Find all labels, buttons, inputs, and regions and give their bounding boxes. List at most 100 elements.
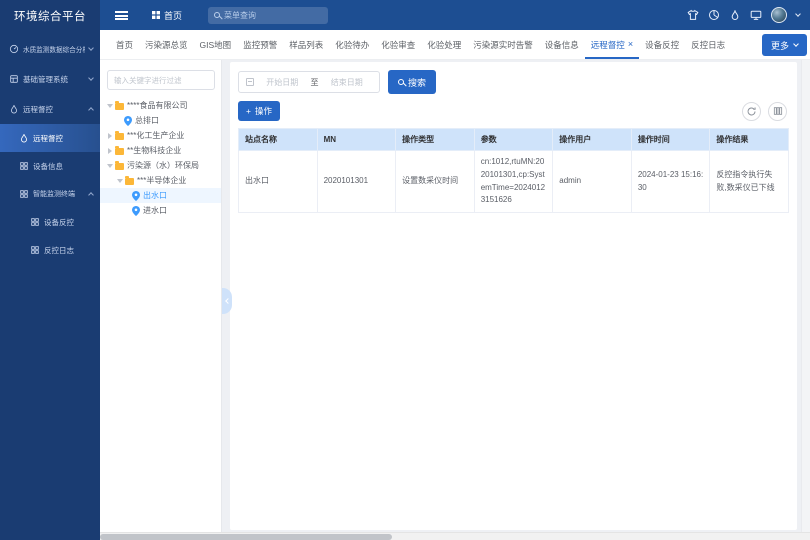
- shirt-icon[interactable]: [687, 9, 699, 21]
- column-header-mn[interactable]: MN: [317, 129, 396, 151]
- tab-lab-process[interactable]: 化验处理: [421, 30, 467, 59]
- table-tools: [742, 102, 787, 121]
- droplet-icon: [9, 104, 19, 114]
- folder-icon: [115, 103, 124, 110]
- sidebar-item-label: 设备信息: [33, 161, 93, 172]
- map-pin-icon: [132, 191, 140, 201]
- sidebar-item-base-system[interactable]: 基础管理系统: [0, 64, 100, 94]
- cell-params: cn:1012,rtuMN:2020101301,cp:SystemTime=2…: [474, 151, 553, 213]
- tab-home[interactable]: 首页: [110, 30, 139, 59]
- flame-icon[interactable]: [729, 9, 741, 21]
- more-tabs-button[interactable]: 更多: [762, 34, 807, 56]
- end-date-placeholder[interactable]: 结束日期: [322, 77, 373, 88]
- hamburger-menu-icon[interactable]: [115, 11, 128, 20]
- sidebar-item-label: 远程督控: [23, 104, 85, 115]
- tree-node-company-food[interactable]: ****食品有限公司: [100, 98, 221, 113]
- sidebar-item-water-analysis[interactable]: 水质监测数据综合分析: [0, 34, 100, 64]
- operate-button[interactable]: + 操作: [238, 101, 280, 121]
- tab-sample-list[interactable]: 样品列表: [283, 30, 329, 59]
- cell-mn: 2020101301: [317, 151, 396, 213]
- chevron-down-icon[interactable]: [795, 11, 801, 17]
- tab-lab-review[interactable]: 化验审查: [375, 30, 421, 59]
- start-date-placeholder[interactable]: 开始日期: [257, 77, 308, 88]
- caret-collapsed-icon[interactable]: [108, 133, 112, 139]
- tab-device-info[interactable]: 设备信息: [539, 30, 585, 59]
- table-header-row: 站点名称 MN 操作类型 参数 操作用户 操作时间 操作结果: [239, 129, 789, 151]
- search-button[interactable]: 搜索: [388, 70, 436, 94]
- tree-node-company-bio[interactable]: **生物科技企业: [100, 143, 221, 158]
- search-icon: [214, 12, 220, 18]
- grid-icon: [19, 189, 29, 199]
- chevron-left-icon: [225, 298, 231, 304]
- tree-node-outlet-in[interactable]: 进水口: [100, 203, 221, 218]
- columns-icon: [773, 106, 783, 116]
- folder-icon: [115, 163, 124, 170]
- tab-realtime-alarm[interactable]: 污染源实时告警: [467, 30, 539, 59]
- tab-device-reverse-control[interactable]: 设备反控: [639, 30, 685, 59]
- horizontal-scrollbar[interactable]: [100, 532, 810, 540]
- breadcrumb-home[interactable]: 首页: [152, 9, 182, 22]
- sidebar-item-smart-terminal[interactable]: 智能监测终端: [0, 180, 100, 208]
- map-pin-icon: [124, 116, 132, 126]
- pie-icon[interactable]: [708, 9, 720, 21]
- date-range-picker[interactable]: 开始日期 至 结束日期: [238, 71, 380, 93]
- sidebar-item-device-info[interactable]: 设备信息: [0, 152, 100, 180]
- sidebar-item-remote-control[interactable]: 远程督控: [0, 124, 100, 152]
- tab-remote-control[interactable]: 远程督控 ×: [585, 30, 639, 59]
- plus-icon: +: [246, 106, 251, 116]
- folder-icon: [115, 133, 124, 140]
- topbar-icons: [687, 7, 800, 23]
- tree-filter-input[interactable]: [107, 70, 215, 90]
- folder-icon: [125, 178, 134, 185]
- columns-button[interactable]: [768, 102, 787, 121]
- sidebar-item-device-reverse-control[interactable]: 设备反控: [0, 208, 100, 236]
- tab-reverse-log[interactable]: 反控日志: [685, 30, 731, 59]
- tree-node-company-chemical[interactable]: ***化工生产企业: [100, 128, 221, 143]
- avatar[interactable]: [771, 7, 787, 23]
- apps-icon: [152, 11, 160, 19]
- sidebar-item-label: 智能监测终端: [33, 189, 85, 199]
- cell-site: 出水口: [239, 151, 318, 213]
- table-row[interactable]: 出水口 2020101301 设置数采仪时间 cn:1012,rtuMN:202…: [239, 151, 789, 213]
- operation-log-table: 站点名称 MN 操作类型 参数 操作用户 操作时间 操作结果 出水口 20201…: [238, 128, 789, 213]
- chevron-down-icon: [793, 41, 799, 47]
- refresh-button[interactable]: [742, 102, 761, 121]
- tab-bar: 首页 污染源总览 GIS地图 监控预警 样品列表 化验待办 化验审查 化验处理 …: [100, 30, 810, 60]
- scrollbar-thumb[interactable]: [100, 534, 392, 540]
- column-header-result[interactable]: 操作结果: [710, 129, 789, 151]
- column-header-site[interactable]: 站点名称: [239, 129, 318, 151]
- caret-expanded-icon[interactable]: [107, 104, 113, 108]
- tree-node-bureau-water[interactable]: 污染源（水）环保局: [100, 158, 221, 173]
- gauge-icon: [9, 44, 19, 54]
- range-separator: 至: [311, 77, 319, 88]
- tab-gis-map[interactable]: GIS地图: [194, 30, 238, 59]
- calendar-icon: [246, 78, 254, 86]
- column-header-params[interactable]: 参数: [474, 129, 553, 151]
- column-header-op-type[interactable]: 操作类型: [396, 129, 475, 151]
- menu-search-input[interactable]: [224, 11, 334, 20]
- caret-expanded-icon[interactable]: [107, 164, 113, 168]
- screen-icon[interactable]: [750, 9, 762, 21]
- search-icon: [398, 79, 404, 85]
- caret-expanded-icon[interactable]: [117, 179, 123, 183]
- column-header-time[interactable]: 操作时间: [631, 129, 710, 151]
- sidebar-item-reverse-log[interactable]: 反控日志: [0, 236, 100, 264]
- cell-user: admin: [553, 151, 632, 213]
- app-title: 环境综合平台: [0, 0, 100, 34]
- close-icon[interactable]: ×: [628, 40, 633, 49]
- tree-node-company-semiconductor[interactable]: ***半导体企业: [100, 173, 221, 188]
- menu-search-box[interactable]: [208, 7, 328, 24]
- tab-monitor-warning[interactable]: 监控预警: [237, 30, 283, 59]
- caret-collapsed-icon[interactable]: [108, 148, 112, 154]
- column-header-user[interactable]: 操作用户: [553, 129, 632, 151]
- tab-pollution-overview[interactable]: 污染源总览: [139, 30, 194, 59]
- tree-node-outlet-main[interactable]: 总排口: [100, 113, 221, 128]
- chevron-up-icon: [88, 192, 94, 198]
- vertical-scrollbar[interactable]: [801, 60, 810, 532]
- tree-node-outlet-out[interactable]: 出水口: [100, 188, 221, 203]
- chevron-down-icon: [88, 75, 94, 81]
- sidebar-item-remote-control-group[interactable]: 远程督控: [0, 94, 100, 124]
- cell-result: 反控指令执行失败,数采仪已下线: [710, 151, 789, 213]
- tab-lab-todo[interactable]: 化验待办: [329, 30, 375, 59]
- chevron-down-icon: [88, 45, 94, 51]
